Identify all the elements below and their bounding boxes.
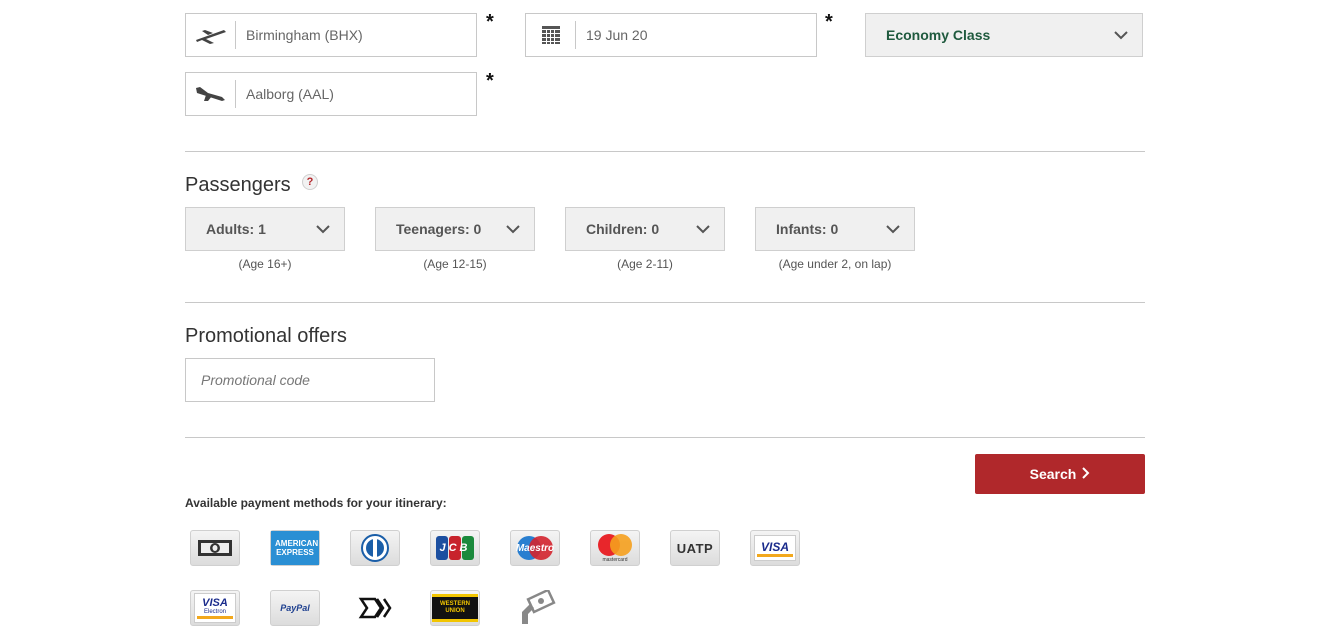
cabin-class-value: Economy Class [886,27,991,43]
search-button-label: Search [1029,466,1077,482]
chevron-down-icon [506,221,520,237]
infants-age-note: (Age under 2, on lap) [778,257,892,271]
chevron-down-icon [886,221,900,237]
section-divider [185,151,1145,152]
promotional-heading: Promotional offers [185,325,347,347]
date-required-mark: * [825,11,833,33]
mastercard-icon: mastercard [590,530,640,566]
children-select-label: Children: 0 [586,221,660,237]
jcb-icon: JCB [430,530,480,566]
section-divider [185,437,1145,438]
cabin-class-select[interactable]: Economy Class [865,13,1143,57]
teenagers-select[interactable]: Teenagers: 0 [375,207,535,251]
passengers-heading: Passengers [185,174,291,196]
passengers-help-icon[interactable]: ? [302,174,318,190]
search-button[interactable]: Search [975,454,1145,494]
origin-required-mark: * [486,11,494,33]
chevron-down-icon [316,221,330,237]
infants-select[interactable]: Infants: 0 [755,207,915,251]
chevron-down-icon [696,221,710,237]
children-age-note: (Age 2-11) [617,257,673,271]
landing-plane-icon [186,73,236,115]
visa-electron-icon: VISA Electron [190,590,240,626]
children-select[interactable]: Children: 0 [565,207,725,251]
takeoff-plane-icon [186,14,236,56]
section-divider [185,302,1145,303]
infants-select-label: Infants: 0 [776,221,839,237]
payment-methods-title: Available payment methods for your itine… [185,496,447,510]
cash-icon [190,530,240,566]
promotional-code-input[interactable] [185,358,435,402]
destination-value: Aalborg (AAL) [246,86,334,102]
origin-field[interactable]: Birmingham (BHX) [185,13,477,57]
destination-required-mark: * [486,70,494,92]
western-union-icon: WESTERN UNION [430,590,480,626]
departure-date-value: 19 Jun 20 [586,27,648,43]
teenagers-select-label: Teenagers: 0 [396,221,482,237]
visa-icon: VISA [750,530,800,566]
diners-club-icon [350,530,400,566]
paypal-icon: PayPal [270,590,320,626]
adults-select[interactable]: Adults: 1 [185,207,345,251]
chevron-down-icon [1114,27,1128,43]
american-express-icon: AMERICAN EXPRESS [270,530,320,566]
departure-date-field[interactable]: 19 Jun 20 [525,13,817,57]
destination-field[interactable]: Aalborg (AAL) [185,72,477,116]
uatp-icon: UATP [670,530,720,566]
adults-age-note: (Age 16+) [238,257,292,271]
direct-debit-icon [350,590,400,626]
pay-later-icon [510,590,560,626]
teenagers-age-note: (Age 12-15) [423,257,487,271]
maestro-icon: Maestro [510,530,560,566]
origin-value: Birmingham (BHX) [246,27,363,43]
calendar-icon [526,14,576,56]
adults-select-label: Adults: 1 [206,221,266,237]
chevron-right-icon [1082,466,1090,482]
